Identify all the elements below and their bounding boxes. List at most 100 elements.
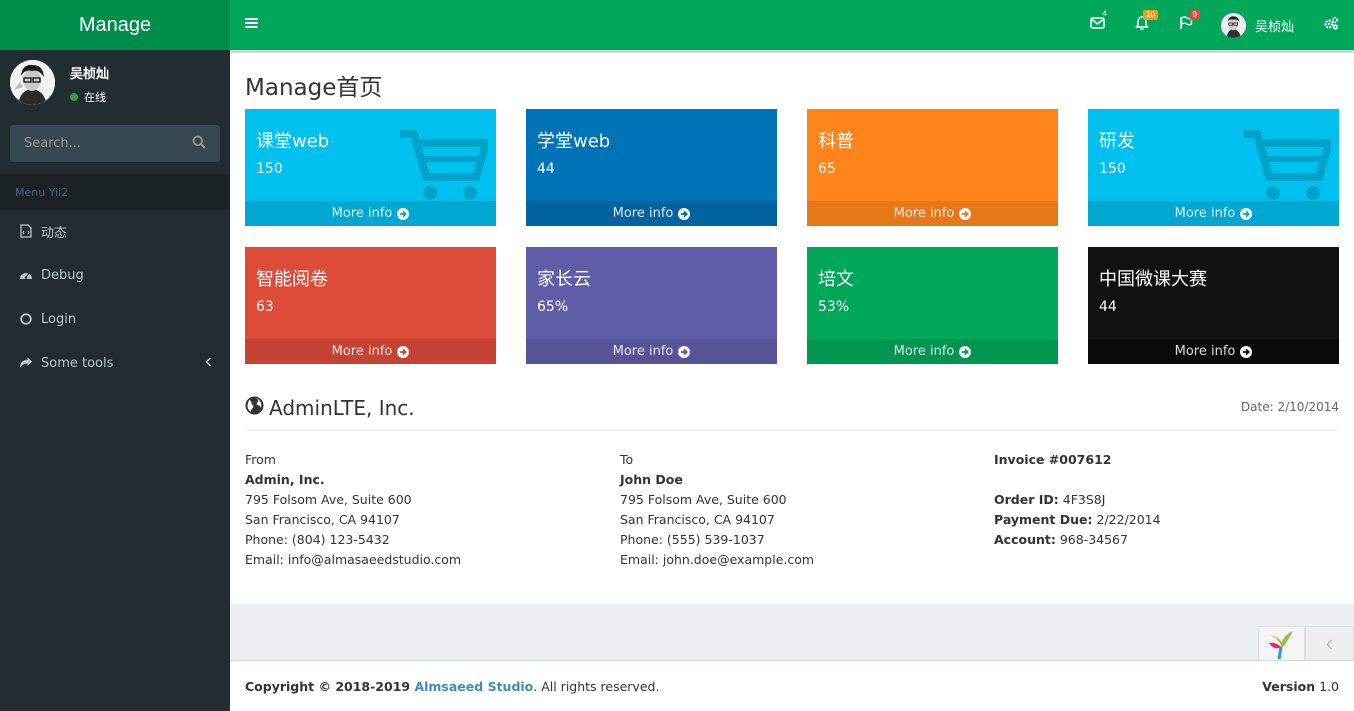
arrow-circle-right-icon: [678, 207, 691, 220]
payment-due: Payment Due: 2/22/2014: [994, 512, 1161, 527]
user-name: 吴桢灿: [1254, 19, 1294, 35]
messages-badge: 4: [1102, 9, 1107, 18]
stat-box: 智能阅卷 63 More info: [245, 247, 496, 364]
account: Account: 968-34567: [994, 532, 1128, 547]
dashboard-icon: [18, 269, 34, 281]
online-status: 在线: [70, 89, 106, 105]
main-sidebar: 吴桢灿 在线 Search... Menu Yii2 动态 Debug Logi…: [0, 50, 230, 711]
envelope-icon: [1090, 17, 1106, 33]
more-info-link[interactable]: More info: [1088, 201, 1339, 226]
user-panel: 吴桢灿 在线: [0, 50, 230, 122]
more-info-label: More info: [1174, 344, 1236, 359]
stat-box-title: 学堂web: [537, 131, 611, 152]
from-name: Admin, Inc.: [245, 472, 325, 487]
more-info-label: More info: [893, 206, 955, 221]
sidebar-item-some-tools[interactable]: Some tools: [0, 341, 230, 385]
stat-box-value: 44: [537, 161, 555, 177]
stat-box: 中国微课大赛 44 More info: [1088, 247, 1339, 364]
status-label: 在线: [84, 91, 106, 104]
sidebar-item-label: Login: [41, 311, 77, 327]
more-info-link[interactable]: More info: [1088, 339, 1339, 364]
arrow-circle-right-icon: [678, 345, 691, 358]
messages-menu[interactable]: 4: [1076, 0, 1120, 50]
to-address-2: San Francisco, CA 94107: [620, 512, 775, 527]
invoice-meta: Invoice #007612 Order ID: 4F3S8J Payment…: [994, 450, 1161, 550]
company-name: AdminLTE, Inc.: [269, 396, 415, 420]
stat-box-value: 65%: [537, 299, 569, 315]
invoice-number: Invoice #007612: [994, 452, 1112, 467]
shopping-cart-icon: [398, 129, 492, 208]
more-info-link[interactable]: More info: [245, 201, 496, 226]
more-info-label: More info: [331, 206, 393, 221]
status-dot-icon: [70, 93, 78, 101]
from-address-2: San Francisco, CA 94107: [245, 512, 400, 527]
stat-box-value: 150: [256, 161, 283, 177]
notifications-menu[interactable]: 10: [1120, 0, 1164, 50]
top-navbar: 4 10 9 吴桢灿: [230, 0, 1354, 50]
stat-box-value: 63: [256, 299, 274, 315]
invoice-to: To John Doe 795 Folsom Ave, Suite 600 Sa…: [620, 450, 814, 570]
search-input[interactable]: Search...: [24, 136, 81, 151]
more-info-link[interactable]: More info: [807, 339, 1058, 364]
arrow-circle-right-icon: [1240, 207, 1253, 220]
more-info-link[interactable]: More info: [526, 339, 777, 364]
stat-box-title: 研发: [1099, 131, 1135, 152]
version: Version 1.0: [1262, 678, 1339, 694]
arrow-circle-right-icon: [959, 207, 972, 220]
more-info-link[interactable]: More info: [526, 201, 777, 226]
to-label: To: [620, 452, 634, 467]
to-phone: Phone: (555) 539-1037: [620, 532, 765, 547]
circle-icon: [18, 313, 34, 325]
arrow-circle-right-icon: [1240, 345, 1253, 358]
invoice-header: AdminLTE, Inc. Date: 2/10/2014: [245, 393, 1339, 431]
user-menu[interactable]: 吴桢灿: [1208, 0, 1308, 50]
stat-box: 科普 65 More info: [807, 109, 1058, 226]
more-info-label: More info: [1174, 206, 1236, 221]
page-title: Manage首页: [245, 75, 383, 101]
stat-box: 培文 53% More info: [807, 247, 1058, 364]
from-email: Email: info@almasaeedstudio.com: [245, 552, 462, 567]
sidebar-item-label: Debug: [41, 267, 84, 283]
sidebar-item-debug[interactable]: Debug: [0, 253, 230, 297]
logo[interactable]: Manage: [0, 0, 230, 50]
avatar: [1220, 12, 1246, 38]
stat-box-value: 53%: [818, 299, 850, 315]
sidebar-item-label: 动态: [41, 225, 68, 241]
company-link[interactable]: Almsaeed Studio: [414, 679, 533, 694]
stat-box-title: 中国微课大赛: [1099, 269, 1207, 290]
invoice-date: Date: 2/10/2014: [1240, 400, 1339, 414]
from-address-1: 795 Folsom Ave, Suite 600: [245, 492, 412, 507]
sidebar-item-activity[interactable]: 动态: [0, 209, 230, 253]
sidebar-search-form[interactable]: Search...: [10, 125, 220, 162]
stat-box-value: 65: [818, 161, 836, 177]
arrow-circle-right-icon: [959, 345, 972, 358]
stat-box-value: 150: [1099, 161, 1126, 177]
arrow-circle-right-icon: [397, 345, 410, 358]
globe-icon: [245, 396, 269, 420]
control-sidebar-toggle[interactable]: [1308, 0, 1354, 50]
hamburger-icon: [244, 17, 258, 33]
from-label: From: [245, 452, 276, 467]
more-info-link[interactable]: More info: [245, 339, 496, 364]
more-info-label: More info: [612, 344, 674, 359]
invoice-from: From Admin, Inc. 795 Folsom Ave, Suite 6…: [245, 450, 461, 570]
sidebar-toggle-button[interactable]: [230, 0, 272, 50]
copyright: Copyright © 2018-2019 Almsaeed Studio. A…: [245, 678, 660, 694]
main-footer: Copyright © 2018-2019 Almsaeed Studio. A…: [230, 660, 1354, 711]
user-name: 吴桢灿: [70, 67, 110, 82]
more-info-label: More info: [893, 344, 955, 359]
to-address-1: 795 Folsom Ave, Suite 600: [620, 492, 787, 507]
sidebar-menu: 动态 Debug Login Some tools: [0, 209, 230, 385]
arrow-circle-right-icon: [397, 207, 410, 220]
stat-box-title: 家长云: [537, 269, 591, 290]
stat-box: 家长云 65% More info: [526, 247, 777, 364]
tasks-menu[interactable]: 9: [1164, 0, 1208, 50]
sidebar-item-login[interactable]: Login: [0, 297, 230, 341]
search-icon[interactable]: [192, 135, 206, 153]
from-phone: Phone: (804) 123-5432: [245, 532, 390, 547]
stat-box-value: 44: [1099, 299, 1117, 315]
more-info-link[interactable]: More info: [807, 201, 1058, 226]
shopping-cart-icon: [1241, 129, 1335, 208]
stat-box: 研发 150 More info: [1088, 109, 1339, 226]
more-info-label: More info: [612, 206, 674, 221]
